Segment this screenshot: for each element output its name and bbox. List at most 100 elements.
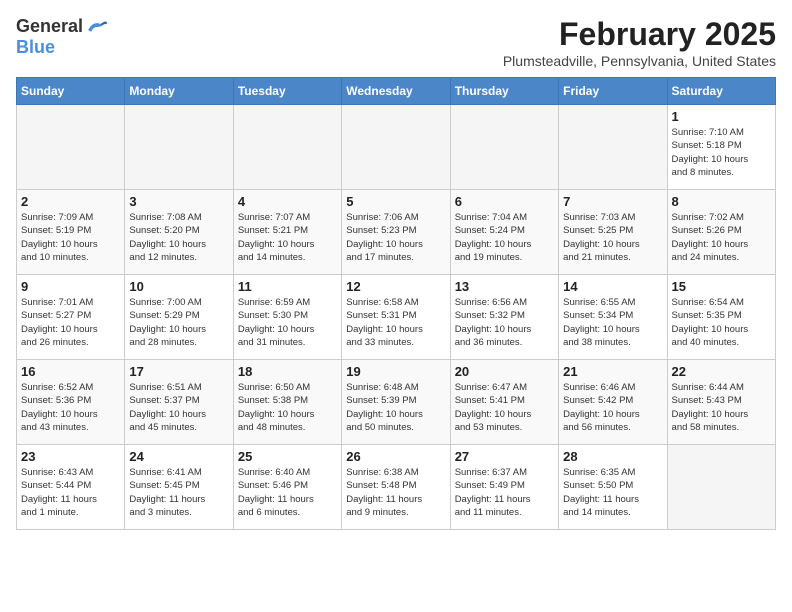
- day-number: 2: [21, 194, 120, 209]
- calendar-cell: 28 Sunrise: 6:35 AM Sunset: 5:50 PM Dayli…: [559, 445, 667, 530]
- calendar-cell: [667, 445, 775, 530]
- calendar-cell: [450, 105, 558, 190]
- calendar-cell: [342, 105, 450, 190]
- days-header-row: SundayMondayTuesdayWednesdayThursdayFrid…: [17, 78, 776, 105]
- day-number: 28: [563, 449, 662, 464]
- calendar-title: February 2025: [503, 16, 776, 53]
- day-number: 18: [238, 364, 337, 379]
- day-info: Sunrise: 6:38 AM Sunset: 5:48 PM Dayligh…: [346, 466, 445, 519]
- day-number: 26: [346, 449, 445, 464]
- calendar-cell: 23 Sunrise: 6:43 AM Sunset: 5:44 PM Dayli…: [17, 445, 125, 530]
- day-info: Sunrise: 6:44 AM Sunset: 5:43 PM Dayligh…: [672, 381, 771, 434]
- calendar-cell: 3 Sunrise: 7:08 AM Sunset: 5:20 PM Daylig…: [125, 190, 233, 275]
- day-info: Sunrise: 7:04 AM Sunset: 5:24 PM Dayligh…: [455, 211, 554, 264]
- day-info: Sunrise: 6:41 AM Sunset: 5:45 PM Dayligh…: [129, 466, 228, 519]
- day-number: 1: [672, 109, 771, 124]
- day-number: 21: [563, 364, 662, 379]
- day-info: Sunrise: 6:46 AM Sunset: 5:42 PM Dayligh…: [563, 381, 662, 434]
- calendar-cell: 15 Sunrise: 6:54 AM Sunset: 5:35 PM Dayli…: [667, 275, 775, 360]
- day-header-friday: Friday: [559, 78, 667, 105]
- day-number: 27: [455, 449, 554, 464]
- calendar-cell: 6 Sunrise: 7:04 AM Sunset: 5:24 PM Daylig…: [450, 190, 558, 275]
- logo: General Blue: [16, 16, 107, 58]
- day-info: Sunrise: 6:52 AM Sunset: 5:36 PM Dayligh…: [21, 381, 120, 434]
- day-info: Sunrise: 6:55 AM Sunset: 5:34 PM Dayligh…: [563, 296, 662, 349]
- calendar-cell: 21 Sunrise: 6:46 AM Sunset: 5:42 PM Dayli…: [559, 360, 667, 445]
- day-header-wednesday: Wednesday: [342, 78, 450, 105]
- day-info: Sunrise: 7:10 AM Sunset: 5:18 PM Dayligh…: [672, 126, 771, 179]
- day-info: Sunrise: 6:58 AM Sunset: 5:31 PM Dayligh…: [346, 296, 445, 349]
- calendar-cell: 9Sunrise: 7:01 AM Sunset: 5:27 PM Daylig…: [17, 275, 125, 360]
- calendar-cell: 26 Sunrise: 6:38 AM Sunset: 5:48 PM Dayli…: [342, 445, 450, 530]
- day-info: Sunrise: 6:37 AM Sunset: 5:49 PM Dayligh…: [455, 466, 554, 519]
- page-header: General Blue February 2025 Plumsteadvill…: [16, 16, 776, 69]
- day-number: 25: [238, 449, 337, 464]
- calendar-cell: 11Sunrise: 6:59 AM Sunset: 5:30 PM Dayli…: [233, 275, 341, 360]
- day-info: Sunrise: 6:40 AM Sunset: 5:46 PM Dayligh…: [238, 466, 337, 519]
- calendar-cell: 20 Sunrise: 6:47 AM Sunset: 5:41 PM Dayli…: [450, 360, 558, 445]
- day-header-thursday: Thursday: [450, 78, 558, 105]
- day-info: Sunrise: 7:01 AM Sunset: 5:27 PM Dayligh…: [21, 296, 120, 349]
- calendar-cell: 16 Sunrise: 6:52 AM Sunset: 5:36 PM Dayli…: [17, 360, 125, 445]
- logo-blue: Blue: [16, 37, 55, 58]
- week-row-4: 16 Sunrise: 6:52 AM Sunset: 5:36 PM Dayli…: [17, 360, 776, 445]
- calendar-cell: 1 Sunrise: 7:10 AM Sunset: 5:18 PM Daylig…: [667, 105, 775, 190]
- day-info: Sunrise: 6:51 AM Sunset: 5:37 PM Dayligh…: [129, 381, 228, 434]
- calendar-cell: 17 Sunrise: 6:51 AM Sunset: 5:37 PM Dayli…: [125, 360, 233, 445]
- day-info: Sunrise: 7:03 AM Sunset: 5:25 PM Dayligh…: [563, 211, 662, 264]
- calendar-cell: 22 Sunrise: 6:44 AM Sunset: 5:43 PM Dayli…: [667, 360, 775, 445]
- logo-bird-icon: [85, 18, 107, 36]
- calendar-cell: [17, 105, 125, 190]
- calendar-cell: 19 Sunrise: 6:48 AM Sunset: 5:39 PM Dayli…: [342, 360, 450, 445]
- day-info: Sunrise: 7:07 AM Sunset: 5:21 PM Dayligh…: [238, 211, 337, 264]
- calendar-cell: 10Sunrise: 7:00 AM Sunset: 5:29 PM Dayli…: [125, 275, 233, 360]
- day-number: 23: [21, 449, 120, 464]
- day-number: 8: [672, 194, 771, 209]
- day-header-monday: Monday: [125, 78, 233, 105]
- day-info: Sunrise: 6:35 AM Sunset: 5:50 PM Dayligh…: [563, 466, 662, 519]
- day-info: Sunrise: 7:06 AM Sunset: 5:23 PM Dayligh…: [346, 211, 445, 264]
- day-number: 13: [455, 279, 554, 294]
- calendar-cell: 7 Sunrise: 7:03 AM Sunset: 5:25 PM Daylig…: [559, 190, 667, 275]
- day-number: 5: [346, 194, 445, 209]
- calendar-subtitle: Plumsteadville, Pennsylvania, United Sta…: [503, 53, 776, 69]
- week-row-1: 1 Sunrise: 7:10 AM Sunset: 5:18 PM Daylig…: [17, 105, 776, 190]
- day-header-tuesday: Tuesday: [233, 78, 341, 105]
- day-info: Sunrise: 6:48 AM Sunset: 5:39 PM Dayligh…: [346, 381, 445, 434]
- day-info: Sunrise: 6:47 AM Sunset: 5:41 PM Dayligh…: [455, 381, 554, 434]
- week-row-3: 9Sunrise: 7:01 AM Sunset: 5:27 PM Daylig…: [17, 275, 776, 360]
- calendar-cell: 25 Sunrise: 6:40 AM Sunset: 5:46 PM Dayli…: [233, 445, 341, 530]
- calendar-table: SundayMondayTuesdayWednesdayThursdayFrid…: [16, 77, 776, 530]
- day-info: Sunrise: 7:08 AM Sunset: 5:20 PM Dayligh…: [129, 211, 228, 264]
- day-info: Sunrise: 6:54 AM Sunset: 5:35 PM Dayligh…: [672, 296, 771, 349]
- calendar-cell: 4Sunrise: 7:07 AM Sunset: 5:21 PM Daylig…: [233, 190, 341, 275]
- day-number: 20: [455, 364, 554, 379]
- calendar-cell: 14 Sunrise: 6:55 AM Sunset: 5:34 PM Dayli…: [559, 275, 667, 360]
- day-number: 16: [21, 364, 120, 379]
- calendar-cell: [559, 105, 667, 190]
- day-number: 12: [346, 279, 445, 294]
- day-number: 24: [129, 449, 228, 464]
- calendar-cell: 27 Sunrise: 6:37 AM Sunset: 5:49 PM Dayli…: [450, 445, 558, 530]
- day-number: 3: [129, 194, 228, 209]
- day-number: 17: [129, 364, 228, 379]
- day-info: Sunrise: 7:00 AM Sunset: 5:29 PM Dayligh…: [129, 296, 228, 349]
- logo-general: General: [16, 16, 83, 37]
- week-row-2: 2 Sunrise: 7:09 AM Sunset: 5:19 PM Daylig…: [17, 190, 776, 275]
- day-number: 6: [455, 194, 554, 209]
- day-info: Sunrise: 6:56 AM Sunset: 5:32 PM Dayligh…: [455, 296, 554, 349]
- calendar-cell: 13 Sunrise: 6:56 AM Sunset: 5:32 PM Dayli…: [450, 275, 558, 360]
- calendar-cell: 12 Sunrise: 6:58 AM Sunset: 5:31 PM Dayli…: [342, 275, 450, 360]
- day-info: Sunrise: 7:09 AM Sunset: 5:19 PM Dayligh…: [21, 211, 120, 264]
- day-number: 7: [563, 194, 662, 209]
- day-number: 14: [563, 279, 662, 294]
- calendar-cell: [233, 105, 341, 190]
- day-info: Sunrise: 6:43 AM Sunset: 5:44 PM Dayligh…: [21, 466, 120, 519]
- day-header-saturday: Saturday: [667, 78, 775, 105]
- day-number: 11: [238, 279, 337, 294]
- day-number: 15: [672, 279, 771, 294]
- day-number: 19: [346, 364, 445, 379]
- calendar-cell: 5 Sunrise: 7:06 AM Sunset: 5:23 PM Daylig…: [342, 190, 450, 275]
- day-number: 22: [672, 364, 771, 379]
- week-row-5: 23 Sunrise: 6:43 AM Sunset: 5:44 PM Dayli…: [17, 445, 776, 530]
